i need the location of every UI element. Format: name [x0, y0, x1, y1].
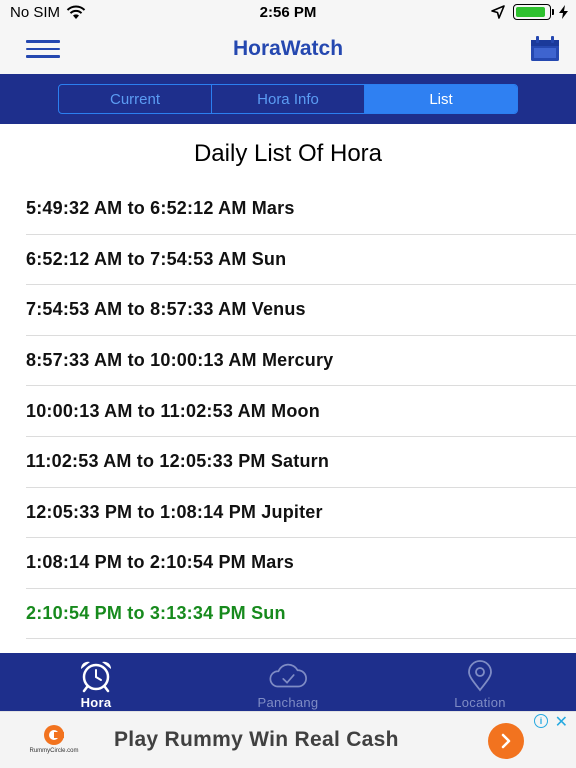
location-pin-icon — [460, 659, 500, 693]
status-time: 2:56 PM — [259, 4, 317, 21]
status-bar: No SIM 2:56 PM — [0, 0, 576, 24]
list-item[interactable]: 10:00:13 AM to 11:02:53 AM Moon — [26, 386, 576, 437]
list-item[interactable]: 7:54:53 AM to 8:57:33 AM Venus — [26, 285, 576, 336]
charging-bolt-icon — [559, 5, 568, 19]
list-item[interactable]: 11:02:53 AM to 12:05:33 PM Saturn — [26, 437, 576, 488]
tab-hora-info[interactable]: Hora Info — [212, 85, 365, 113]
ad-brand-logo: RummyCircle.com — [24, 724, 84, 760]
segment-band: Current Hora Info List — [0, 74, 576, 124]
ad-headline: Play Rummy Win Real Cash — [114, 728, 399, 751]
list-title: Daily List Of Hora — [193, 140, 383, 167]
list-item[interactable]: 6:52:12 AM to 7:54:53 AM Sun — [26, 235, 576, 286]
hora-list: 5:49:32 AM to 6:52:12 AM Mars 6:52:12 AM… — [26, 184, 576, 640]
tab-panchang-label: Panchang — [257, 695, 319, 710]
battery-icon — [513, 4, 554, 20]
ad-cta-button[interactable] — [488, 723, 524, 759]
status-right — [491, 4, 568, 20]
list-item[interactable]: 5:49:32 AM to 6:52:12 AM Mars — [26, 184, 576, 235]
page-title: HoraWatch — [232, 37, 344, 60]
ad-banner[interactable]: RummyCircle.com Play Rummy Win Real Cash… — [0, 711, 576, 768]
tab-location[interactable]: Location — [384, 653, 576, 711]
list-item[interactable]: 12:05:33 PM to 1:08:14 PM Jupiter — [26, 488, 576, 539]
rummy-logo-icon — [44, 725, 64, 745]
tab-location-label: Location — [454, 695, 506, 710]
tab-current[interactable]: Current — [59, 85, 212, 113]
cloud-check-icon — [268, 659, 308, 693]
segmented-control: Current Hora Info List — [58, 84, 518, 114]
nav-bar: HoraWatch — [0, 24, 576, 74]
tab-panchang[interactable]: Panchang — [192, 653, 384, 711]
battery-level — [516, 7, 545, 17]
tab-hora-label: Hora — [80, 695, 112, 710]
chevron-right-icon — [501, 733, 511, 749]
list-item-current[interactable]: 2:10:54 PM to 3:13:34 PM Sun — [26, 589, 576, 640]
tab-hora[interactable]: Hora — [0, 653, 192, 711]
location-arrow-icon — [491, 5, 505, 19]
bottom-tab-bar: Hora Panchang Location — [0, 653, 576, 711]
tab-list[interactable]: List — [365, 85, 517, 113]
ad-brand-text: RummyCircle.com — [29, 748, 79, 754]
ad-info-icon[interactable]: i — [534, 714, 548, 728]
calendar-icon[interactable] — [530, 36, 560, 62]
alarm-clock-icon — [76, 659, 116, 693]
list-item[interactable]: 1:08:14 PM to 2:10:54 PM Mars — [26, 538, 576, 589]
ad-close-icon[interactable]: ✕ — [555, 712, 568, 732]
list-item[interactable]: 8:57:33 AM to 10:00:13 AM Mercury — [26, 336, 576, 387]
